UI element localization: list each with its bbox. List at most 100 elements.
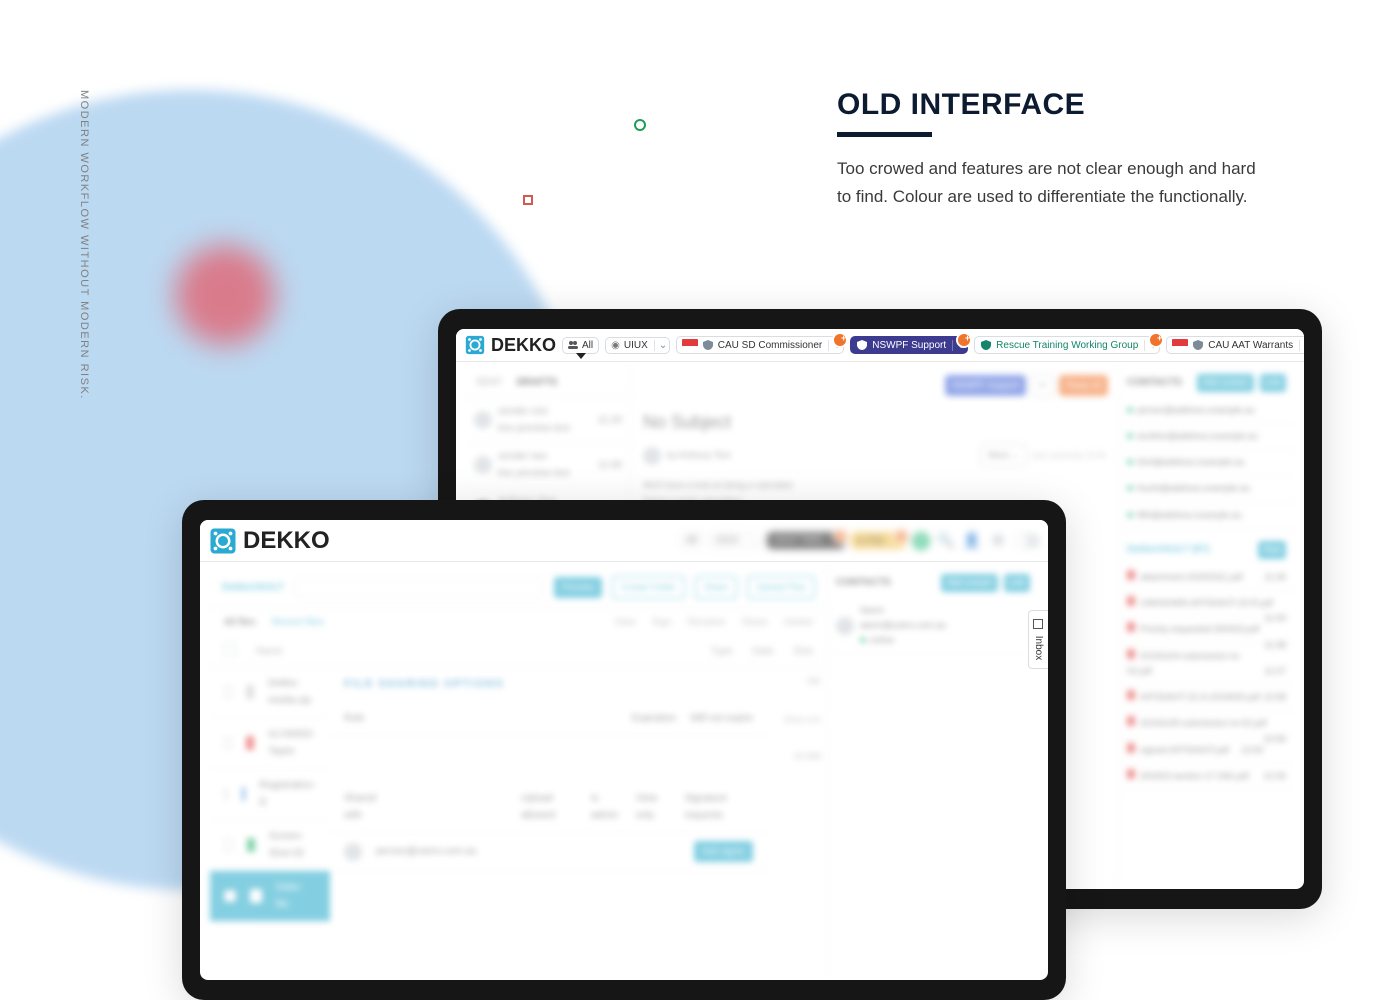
sig-req: Signature requests [685, 790, 754, 824]
row-checkbox[interactable] [224, 686, 232, 698]
mail-from: sender two [498, 448, 592, 465]
tab-rescue[interactable]: Rescue Training Working Group ⌄ [974, 336, 1160, 354]
reply-button[interactable]: ↩ [1031, 374, 1055, 397]
contact-item[interactable]: person@address.example.au [1119, 398, 1294, 424]
tool-sign[interactable]: Sign [652, 614, 672, 631]
file-time: 11:46 [1264, 570, 1286, 585]
search-icon[interactable]: 🔍 [936, 531, 956, 551]
table-header: Name Type Date Size [210, 637, 827, 667]
add-user-icon[interactable]: 👤 [962, 531, 982, 551]
filter-uiux[interactable]: ◉ UIUX ⌄ [605, 337, 670, 354]
tab-cau-aat[interactable]: CAU AAT Warrants ⌄ [1166, 336, 1304, 354]
col-date[interactable]: Date [752, 643, 773, 660]
chevron-down-icon[interactable]: ⌄ [829, 535, 839, 546]
upload-button[interactable]: Upload Files [747, 576, 815, 599]
chevron-down-icon[interactable]: ⌄ [745, 535, 755, 546]
mail-time: 11:05 [598, 457, 622, 474]
chevron-down-icon[interactable]: ⌄ [654, 340, 664, 351]
link-contact-button[interactable]: Link [1260, 374, 1286, 392]
file-name: Priority-requested-300403.pdf [1140, 624, 1259, 634]
contact-item[interactable]: another@address.example.au [1119, 424, 1294, 450]
vault-file[interactable]: UNKNOWN-AFFIDAVIT-20-R.pdf11:40 [1119, 591, 1294, 617]
doc-icon [242, 787, 245, 801]
preview-button[interactable]: Preview [554, 577, 602, 598]
col-type[interactable]: Type [711, 643, 733, 660]
signer-email: person@users.com.au [376, 843, 477, 860]
tab-all-files[interactable]: All files [224, 614, 256, 631]
theme-toggle[interactable] [1014, 534, 1040, 548]
avatar [836, 617, 854, 635]
contact-item[interactable]: fourth@address.example.au [1119, 476, 1294, 502]
vault-file[interactable]: AFFIDAVIT-22-A-2019000.pdf10:58 [1119, 685, 1294, 711]
table-row[interactable]: Registration-D [210, 769, 330, 820]
vault-file[interactable]: attachment-20200321.pdf 11:46 [1119, 565, 1294, 591]
row-checkbox[interactable] [224, 890, 236, 902]
gear-icon[interactable]: ⚙ [988, 531, 1008, 551]
file-time: 10:45 [1263, 769, 1286, 784]
app-logo[interactable]: DEKKO [208, 526, 330, 556]
contact-item[interactable]: Aaron aaron@users.com.au online [828, 598, 1038, 655]
add-contact-button[interactable]: Add contact [1197, 374, 1253, 392]
app-logo[interactable]: DEKKO [464, 334, 556, 356]
tool-delete[interactable]: Delete [784, 614, 813, 631]
contact-item[interactable]: third@address.example.au [1119, 450, 1294, 476]
tab-cau-sd[interactable]: CAU SD Commissioner ⌄ [676, 336, 844, 354]
tab-nswpf[interactable]: NSWPF Support ⌄ [850, 336, 968, 354]
add-contact-button[interactable]: Add contact [941, 574, 997, 592]
share-row: Shared with Upload allowed Is admin View… [330, 782, 767, 833]
badge-shield-icon [702, 339, 714, 351]
col-size[interactable]: Size [794, 643, 813, 660]
chevron-down-icon[interactable]: ⌄ [1144, 340, 1154, 351]
row-checkbox[interactable] [224, 788, 228, 800]
front-chip-amber[interactable]: a-chip⌄ [851, 532, 906, 549]
row-checkbox[interactable] [224, 839, 233, 851]
pdf-icon [246, 736, 254, 750]
front-chip-uiux[interactable]: UIUX⌄ [709, 532, 761, 549]
size-col: 48K share.com 18.2MB [767, 667, 827, 922]
add-signer-button[interactable]: Add signer [694, 841, 753, 862]
vault-file[interactable]: 300403-section-17-29A.pdf10:45 [1119, 764, 1294, 790]
front-contacts-pane: CONTACTS Add contact Link Aaron aaron@us… [828, 568, 1038, 974]
mail-tab-sent[interactable]: SENT [476, 374, 503, 391]
file-name: attachment-20200321.pdf [1140, 572, 1243, 582]
front-filter-all[interactable]: All [680, 532, 703, 549]
table-row[interactable]: GJ-84002-Taylor [210, 718, 330, 769]
chevron-down-icon[interactable]: ⌄ [890, 535, 900, 546]
file-name: UNKNOWN-AFFIDAVIT-20-R.pdf [1140, 598, 1273, 608]
table-row[interactable]: Dekko-media.zip [210, 667, 330, 718]
create-folder-button[interactable]: Create Folder [612, 576, 685, 599]
contact-item[interactable]: fifth@address.example.au [1119, 503, 1294, 529]
more-button[interactable]: More ⌄ [980, 444, 1027, 467]
add-button[interactable]: + [912, 532, 930, 550]
chip-label: UIUX TWO [773, 535, 823, 546]
mail-tab-drafts[interactable]: DRAFTS [517, 374, 558, 391]
contact-email: third@address.example.au [1137, 457, 1245, 467]
chevron-down-icon[interactable]: ⌄ [1299, 340, 1304, 351]
vault-file[interactable]: 20191105-submission-re-02.pdf10:55 [1119, 711, 1294, 737]
tool-rename[interactable]: Rename [688, 614, 726, 631]
background-blob [175, 245, 275, 345]
share-button[interactable]: Share [695, 576, 737, 599]
vault-view-button[interactable]: View [1258, 541, 1286, 559]
replyall-button[interactable]: Reply all [1059, 375, 1108, 396]
tab-recent-files[interactable]: Recent files [272, 614, 324, 631]
mail-row[interactable]: sender twoline preview text 11:05 [466, 443, 630, 488]
front-chip-uiux-two[interactable]: UIUX TWO ⌄ [767, 532, 845, 549]
tool-view[interactable]: View [614, 614, 636, 631]
header-tag[interactable]: NSWPF Support [945, 375, 1026, 396]
col-name[interactable]: Name [256, 643, 691, 660]
row-checkbox[interactable] [224, 737, 232, 749]
search-input[interactable] [294, 578, 544, 598]
tool-share[interactable]: Share [741, 614, 768, 631]
logo-text: DEKKO [491, 335, 556, 356]
table-row-selected[interactable]: folder file [210, 871, 330, 922]
mail-row[interactable]: sender oneline preview text 11:20 [466, 398, 630, 443]
pdf-icon [1127, 596, 1135, 606]
filter-all[interactable]: All [562, 337, 599, 354]
link-contact-button[interactable]: Link [1004, 574, 1030, 592]
chevron-down-icon[interactable]: ⌄ [952, 340, 962, 351]
chevron-down-icon[interactable]: ⌄ [828, 340, 838, 351]
select-all-checkbox[interactable] [224, 643, 236, 655]
vault-tab[interactable]: DekkoVAULT [222, 579, 284, 596]
table-row[interactable]: Screen-Shot-20 [210, 820, 330, 871]
